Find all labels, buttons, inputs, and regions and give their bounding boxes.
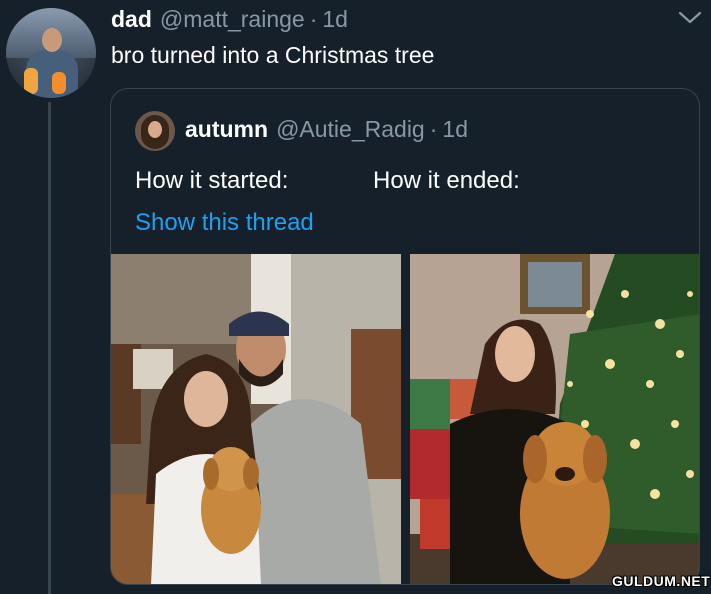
thread-connector-line xyxy=(48,102,51,594)
quoted-tweet-timestamp[interactable]: 1d xyxy=(442,116,468,143)
photo-woman-with-dog-by-christmas-tree[interactable] xyxy=(410,254,700,585)
author-avatar[interactable] xyxy=(6,8,96,98)
author-handle[interactable]: @matt_rainge xyxy=(160,6,305,33)
chevron-down-icon[interactable] xyxy=(677,8,703,28)
quoted-author-handle[interactable]: @Autie_Radig xyxy=(276,116,425,143)
quoted-tweet-card[interactable]: autumn @Autie_Radig · 1d How it started:… xyxy=(110,88,700,585)
quoted-text-ended: How it ended: xyxy=(373,167,520,194)
tweet-text: bro turned into a Christmas tree xyxy=(111,42,435,68)
separator-dot: · xyxy=(429,116,438,142)
quoted-tweet-header: autumn @Autie_Radig · 1d xyxy=(185,116,468,146)
watermark-text: GULDUM.NET xyxy=(612,573,711,589)
quoted-author-avatar[interactable] xyxy=(135,111,175,151)
quoted-text-started: How it started: xyxy=(135,167,289,194)
separator-dot: · xyxy=(309,6,318,32)
author-name[interactable]: dad xyxy=(111,6,152,33)
quoted-author-name[interactable]: autumn xyxy=(185,116,268,143)
tweet-header: dad @matt_rainge · 1d xyxy=(111,6,348,36)
photo-couple-with-puppy[interactable] xyxy=(111,254,401,585)
show-thread-link[interactable]: Show this thread xyxy=(135,209,314,237)
tweet-timestamp[interactable]: 1d xyxy=(322,6,348,33)
